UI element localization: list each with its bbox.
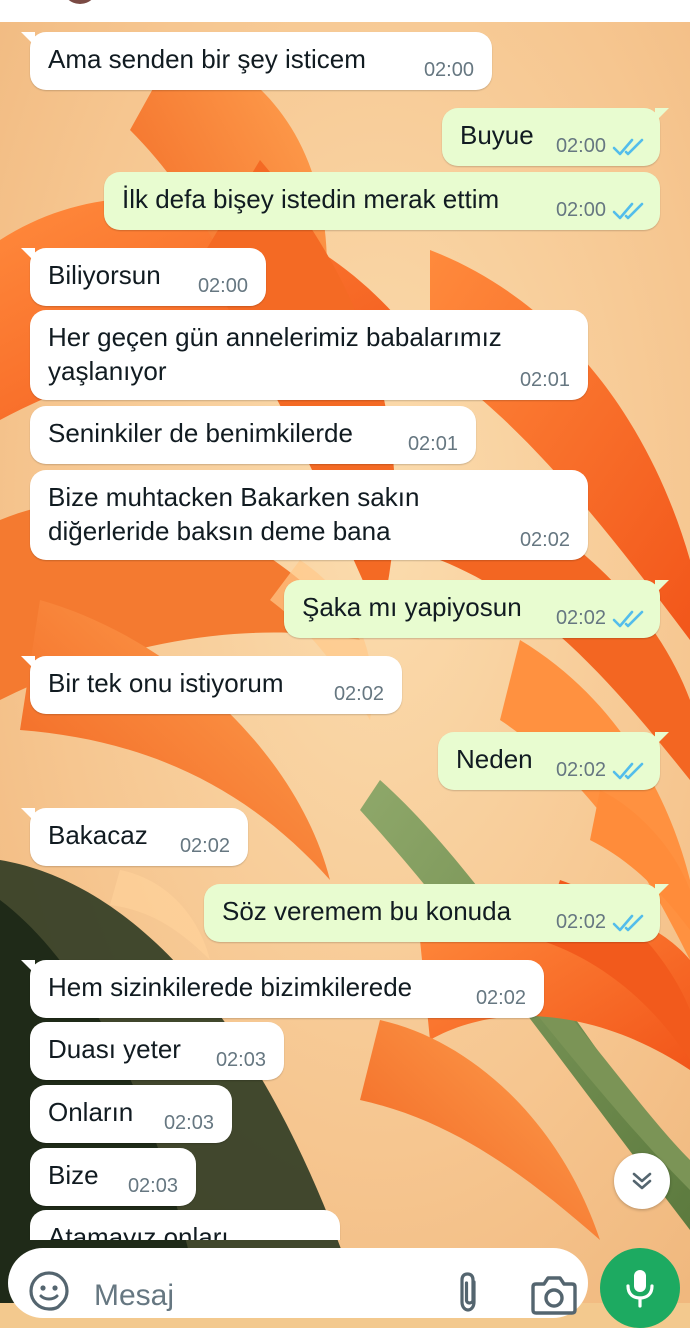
message-incoming[interactable]: Bir tek onu istiyorum 02:02 (21, 656, 402, 714)
avatar[interactable] (62, 0, 98, 4)
message-time: 02:02 (180, 835, 230, 858)
message-text: Duası yeter (48, 1034, 181, 1064)
message-outgoing[interactable]: Şaka mı yapiyosun 02:02 (284, 580, 669, 638)
message-time: 02:03 (216, 1049, 266, 1072)
message-text: Bir tek onu istiyorum (48, 668, 284, 698)
message-incoming[interactable]: Seninkiler de benimkilerde 02:01 (30, 406, 476, 464)
message-text: Her geçen gün annelerimiz babalarımız ya… (48, 320, 502, 388)
timestamp: 02:03 (127, 1175, 178, 1197)
double-check-read-icon (612, 202, 644, 219)
double-check-read-icon (612, 762, 644, 779)
paperclip-icon[interactable] (452, 1270, 486, 1314)
timestamp: 02:00 (197, 275, 248, 297)
message-status: 02:00 (556, 199, 646, 222)
message-list[interactable]: Ama senden bir şey isticem 02:00 Buyue 0… (0, 22, 690, 1240)
message-outgoing[interactable]: Neden 02:02 (438, 732, 669, 790)
timestamp: 02:00 (555, 199, 606, 221)
double-check-read-icon (612, 138, 644, 155)
message-outgoing[interactable]: İlk defa bişey istedin merak ettim 02:00 (104, 172, 660, 230)
composer-bar (0, 1240, 690, 1328)
message-incoming[interactable]: Bize 02:03 (30, 1148, 196, 1206)
timestamp: 02:01 (519, 369, 570, 391)
message-status: 02:02 (556, 911, 646, 934)
timestamp: 02:02 (519, 529, 570, 551)
message-text: Ama senden bir şey isticem (48, 44, 366, 74)
bubble-tail (21, 960, 35, 974)
message-time: 02:02 (476, 987, 526, 1010)
message-text: Biliyorsun (48, 260, 161, 290)
timestamp: 02:03 (215, 1049, 266, 1071)
message-text: İlk defa bişey istedin merak ettim (122, 184, 500, 214)
camera-icon[interactable] (530, 1272, 578, 1316)
message-incoming[interactable]: Bakacaz 02:02 (21, 808, 248, 866)
double-check-read-icon (612, 610, 644, 627)
voice-record-button[interactable] (600, 1248, 680, 1328)
message-text: Atamayız onları (48, 1222, 229, 1240)
microphone-icon (626, 1270, 654, 1308)
message-text: Neden (456, 744, 533, 774)
message-incoming[interactable]: Onların 02:03 (30, 1085, 232, 1143)
message-time: 02:01 (408, 433, 458, 456)
message-time: 02:00 (198, 275, 248, 298)
timestamp: 02:03 (163, 1112, 214, 1134)
message-incoming[interactable]: Ama senden bir şey isticem 02:00 (21, 32, 492, 90)
scroll-to-bottom-button[interactable] (614, 1153, 670, 1209)
message-text: Söz veremem bu konuda (222, 896, 512, 926)
message-text-content: Bize muhtacken Bakarken sakın diğerlerid… (48, 482, 420, 546)
message-text: Bakacaz (48, 820, 148, 850)
bubble-tail (21, 32, 35, 46)
message-incoming[interactable]: Hem sizinkileredе bizimkilerede 02:02 (21, 960, 544, 1018)
message-text: Bize muhtacken Bakarken sakın diğerlerid… (48, 480, 419, 548)
message-input[interactable] (94, 1276, 394, 1316)
timestamp: 02:02 (555, 911, 606, 933)
double-check-read-icon (612, 914, 644, 931)
message-time: 02:03 (164, 1112, 214, 1135)
message-incoming[interactable]: Biliyorsun 02:00 (21, 248, 266, 306)
timestamp: 02:02 (333, 683, 384, 705)
bubble-tail (21, 808, 35, 822)
bubble-tail (21, 248, 35, 262)
bubble-tail (655, 732, 669, 746)
timestamp: 02:02 (179, 835, 230, 857)
message-text: Onların (48, 1097, 134, 1127)
message-outgoing[interactable]: Söz veremem bu konuda 02:02 (204, 884, 669, 942)
message-time: 02:00 (424, 59, 474, 82)
timestamp: 02:02 (475, 987, 526, 1009)
bubble-tail (655, 884, 669, 898)
timestamp: 02:00 (555, 135, 606, 157)
message-time: 02:03 (128, 1175, 178, 1198)
message-time: 02:02 (334, 683, 384, 706)
double-chevron-down-icon (632, 1172, 652, 1190)
message-text: Seninkiler de benimkilerde (48, 418, 353, 448)
bubble-tail (655, 580, 669, 594)
timestamp: 02:02 (555, 607, 606, 629)
message-text: Şaka mı yapiyosun (302, 592, 522, 622)
timestamp: 02:02 (555, 759, 606, 781)
message-text: Hem sizinkileredе bizimkilerede (48, 972, 413, 1002)
bubble-tail (21, 656, 35, 670)
message-input-container[interactable] (8, 1248, 588, 1318)
message-incoming[interactable]: Bize muhtacken Bakarken sakın diğerlerid… (30, 470, 588, 560)
sticker-emoji-icon[interactable] (28, 1270, 70, 1312)
message-status: 02:02 (556, 607, 646, 630)
bubble-tail (655, 108, 669, 122)
timestamp: 02:01 (407, 433, 458, 455)
message-text: Bize (48, 1160, 99, 1190)
message-outgoing[interactable]: Buyue 02:00 (442, 108, 669, 166)
top-bar-edge (0, 0, 690, 22)
timestamp: 02:00 (423, 59, 474, 81)
message-text: Buyue (460, 120, 534, 150)
message-incoming[interactable]: Her geçen gün annelerimiz babalarımız ya… (30, 310, 588, 400)
message-text-content: Her geçen gün annelerimiz babalarımız ya… (48, 322, 502, 386)
message-time: 02:02 (520, 529, 570, 552)
message-incoming[interactable]: Atamayız onları (30, 1210, 340, 1240)
message-status: 02:00 (556, 135, 646, 158)
message-incoming[interactable]: Duası yeter 02:03 (30, 1022, 284, 1080)
message-status: 02:02 (556, 759, 646, 782)
message-time: 02:01 (520, 369, 570, 392)
